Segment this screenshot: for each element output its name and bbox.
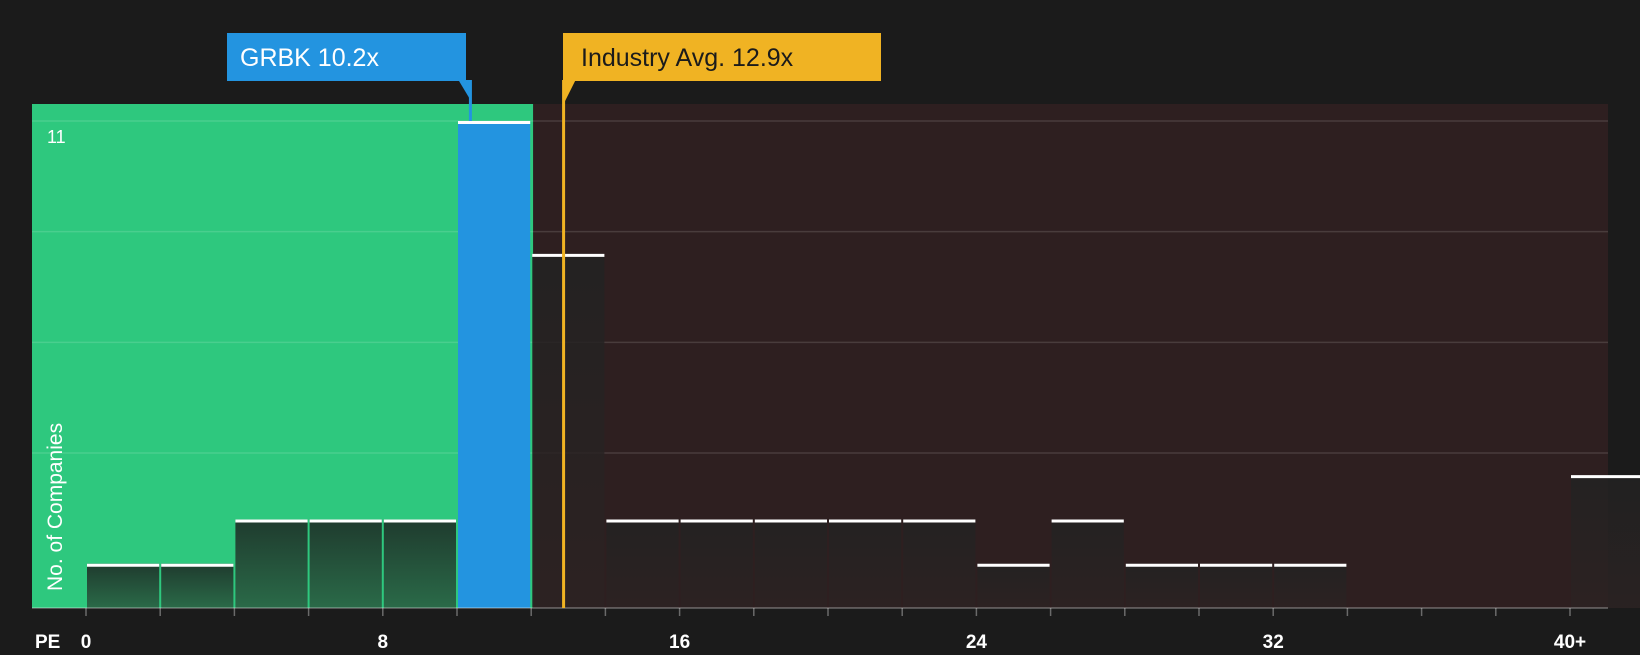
x-tick-label: 16 bbox=[669, 632, 690, 650]
pe-distribution-chart: 0 8 16 24 32 40+ 11 No. of Companies PE GRBK … bbox=[0, 0, 1640, 653]
histogram-bar bbox=[87, 563, 160, 608]
x-tick-label: 0 bbox=[81, 632, 92, 650]
histogram-bar bbox=[977, 563, 1050, 608]
histogram-bar bbox=[161, 563, 234, 608]
industry-avg-label-pointer bbox=[563, 80, 576, 104]
histogram-bar bbox=[1200, 563, 1273, 608]
histogram-bar bbox=[680, 519, 753, 608]
histogram-bar bbox=[754, 519, 827, 608]
histogram-bar bbox=[1571, 475, 1640, 608]
x-tick-label: 40+ bbox=[1554, 632, 1586, 650]
histogram-bar bbox=[1125, 563, 1198, 608]
chart-svg: 0 8 16 24 32 40+ 11 No. of Companies PE GRBK … bbox=[0, 0, 1640, 653]
y-max-label: 11 bbox=[47, 127, 66, 147]
company-pe-label: GRBK 10.2x bbox=[240, 44, 379, 72]
histogram-bar bbox=[903, 519, 976, 608]
x-axis-ticks: 0 8 16 24 32 40+ bbox=[81, 608, 1586, 653]
x-tick-label: 24 bbox=[966, 632, 988, 650]
x-tick-label: 32 bbox=[1263, 632, 1284, 650]
company-bar bbox=[458, 121, 531, 608]
histogram-bar bbox=[829, 519, 902, 608]
histogram-bar bbox=[235, 519, 308, 608]
histogram-bar bbox=[309, 519, 382, 608]
histogram-bar bbox=[606, 519, 679, 608]
x-axis-label: PE bbox=[35, 632, 60, 650]
histogram-bar bbox=[383, 519, 456, 608]
company-label-pointer bbox=[458, 80, 471, 100]
histogram-bar bbox=[1051, 519, 1124, 608]
x-tick-label: 8 bbox=[378, 632, 389, 650]
y-axis-label: No. of Companies bbox=[44, 423, 67, 591]
industry-avg-label: Industry Avg. 12.9x bbox=[581, 44, 794, 72]
histogram-bar bbox=[1274, 563, 1347, 608]
histogram-bar bbox=[532, 253, 605, 608]
